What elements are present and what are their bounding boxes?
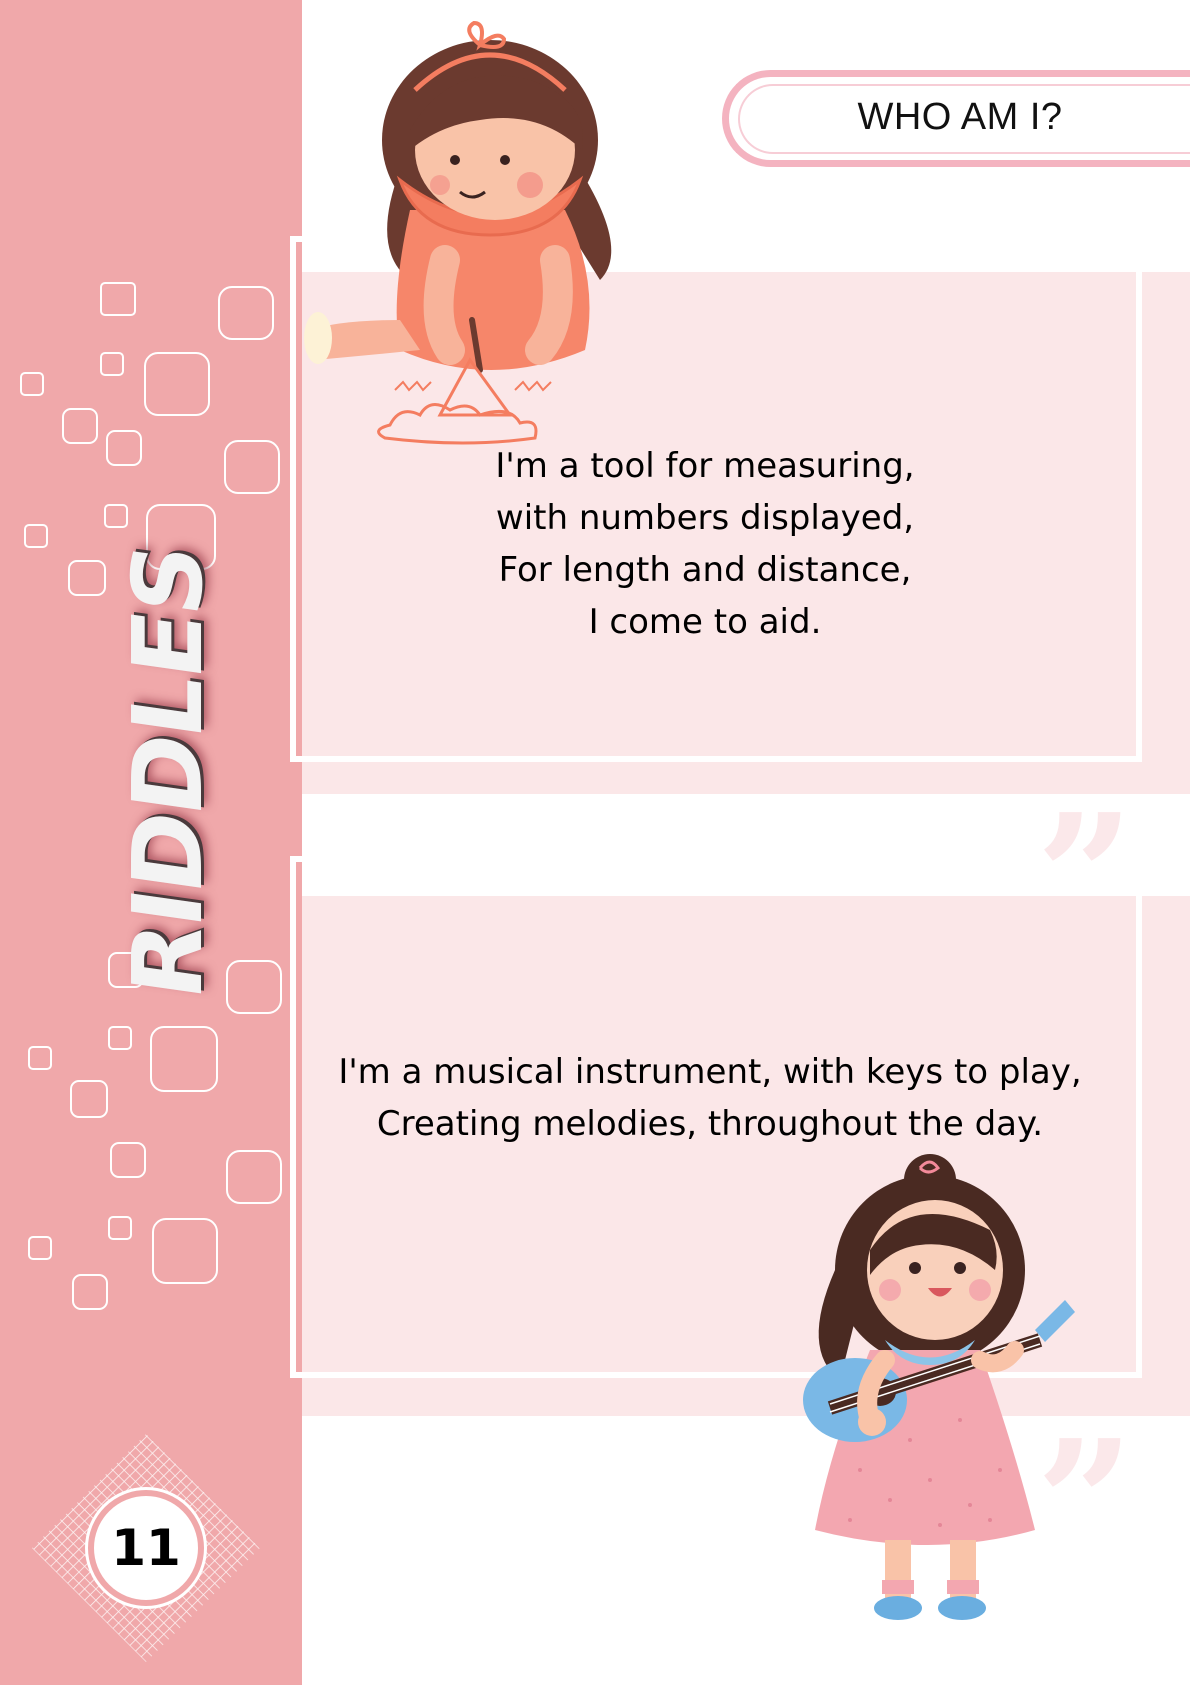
square-decoration bbox=[218, 286, 274, 340]
square-decoration bbox=[62, 408, 98, 444]
square-decoration bbox=[20, 372, 44, 396]
riddle-text-1: I'm a tool for measuring, with numbers d… bbox=[495, 446, 915, 642]
riddle-text-2: I'm a musical instrument, with keys to p… bbox=[338, 1052, 1082, 1144]
girl-with-ukulele-icon bbox=[803, 1154, 1075, 1620]
square-decoration bbox=[70, 1080, 108, 1118]
square-decoration bbox=[28, 1046, 52, 1070]
square-decoration bbox=[108, 1026, 132, 1050]
square-decoration bbox=[144, 352, 210, 416]
square-decoration bbox=[104, 504, 128, 528]
square-decoration bbox=[28, 1236, 52, 1260]
square-decoration bbox=[226, 1150, 282, 1204]
square-decoration bbox=[108, 1216, 132, 1240]
square-decoration bbox=[100, 352, 124, 376]
square-decoration bbox=[106, 430, 142, 466]
page-number-circle: 11 bbox=[88, 1490, 204, 1606]
square-decoration bbox=[68, 560, 106, 596]
square-decoration bbox=[150, 1026, 218, 1092]
square-decoration bbox=[110, 1142, 146, 1178]
square-decoration bbox=[100, 282, 136, 316]
girl-drawing-icon bbox=[304, 20, 612, 445]
sidebar-title: RIDDLES bbox=[112, 538, 224, 1006]
square-decoration bbox=[24, 524, 48, 548]
square-decoration bbox=[72, 1274, 108, 1310]
square-decoration bbox=[226, 960, 282, 1014]
square-decoration bbox=[152, 1218, 218, 1284]
page-badge: 11 bbox=[28, 1430, 264, 1666]
header-label: WHO AM I? bbox=[857, 96, 1063, 138]
page-number: 11 bbox=[111, 1519, 181, 1577]
quote-mark-icon: ” bbox=[1036, 777, 1134, 977]
square-decoration bbox=[224, 440, 280, 494]
sidebar: RIDDLES 11 bbox=[0, 0, 302, 1685]
